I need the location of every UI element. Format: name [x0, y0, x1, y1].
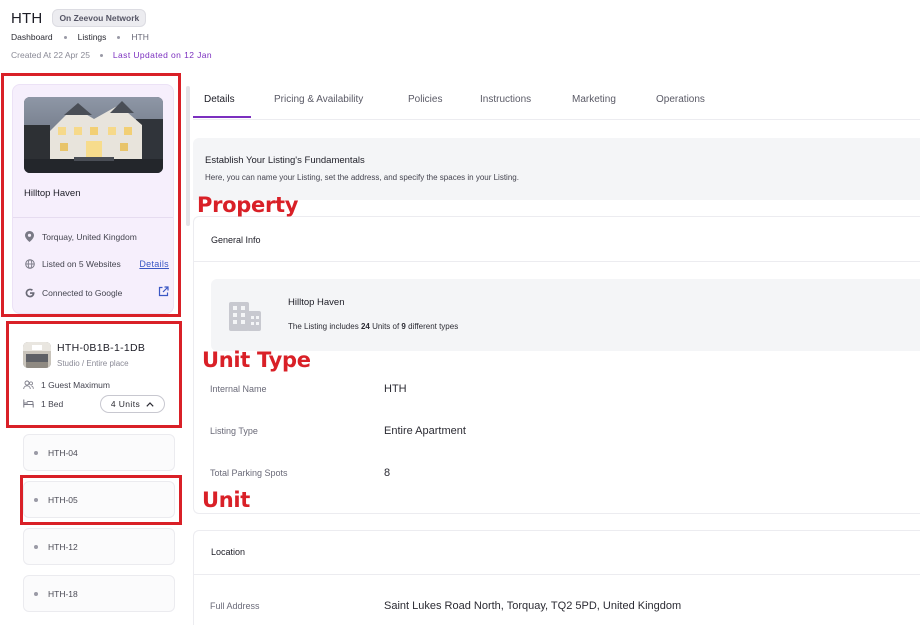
tab-policies[interactable]: Policies	[408, 94, 442, 105]
tab-details[interactable]: Details	[204, 94, 235, 105]
page-title: HTH	[11, 9, 43, 27]
property-photo	[24, 97, 163, 173]
unit-type-subtitle: Studio / Entire place	[57, 359, 129, 368]
breadcrumb-current: HTH	[131, 32, 149, 42]
unit-type-annotation-label: Unit Type	[202, 348, 311, 372]
summary-description: The Listing includes 24 Units of 9 diffe…	[288, 322, 458, 331]
google-icon	[24, 287, 35, 298]
parking-spots-value: 8	[384, 467, 391, 479]
property-websites-row: Listed on 5 Websites Details	[24, 258, 169, 269]
location-pin-icon	[24, 231, 35, 242]
tab-marketing[interactable]: Marketing	[572, 94, 616, 105]
unit-code: HTH-05	[48, 494, 78, 505]
property-name: Hilltop Haven	[24, 188, 81, 199]
breadcrumb-separator	[63, 35, 67, 39]
external-link-icon[interactable]	[158, 286, 169, 299]
unit-bullet	[34, 450, 38, 455]
property-google-row: Connected to Google	[24, 286, 169, 299]
unit-item[interactable]: HTH-12	[23, 528, 175, 565]
listing-sidebar: Hilltop Haven Torquay, United Kingdom Li…	[0, 72, 192, 625]
unit-item[interactable]: HTH-18	[23, 575, 175, 612]
summary-middle: Units of	[369, 322, 402, 331]
created-date: Created At 22 Apr 25	[11, 50, 90, 60]
sidebar-scrollbar[interactable]	[186, 86, 190, 226]
unit-annotation-label: Unit	[202, 488, 251, 512]
property-card[interactable]: Hilltop Haven Torquay, United Kingdom Li…	[12, 84, 174, 314]
general-info-heading: General Info	[211, 235, 261, 245]
listing-type-value: Entire Apartment	[384, 425, 466, 437]
guest-capacity-row: 1 Guest Maximum	[23, 379, 110, 390]
fundamentals-banner: Establish Your Listing's Fundamentals He…	[193, 138, 920, 200]
fundamentals-description: Here, you can name your Listing, set the…	[205, 173, 519, 182]
property-location: Torquay, United Kingdom	[42, 231, 137, 242]
network-badge: On Zeevou Network	[52, 9, 147, 27]
listing-summary: Hilltop Haven The Listing includes 24 Un…	[211, 279, 920, 351]
summary-prefix: The Listing includes	[288, 322, 361, 331]
page-header: HTH On Zeevou Network Dashboard Listings…	[11, 8, 920, 60]
listing-type-label: Listing Type	[210, 426, 258, 436]
unit-bullet	[34, 497, 38, 502]
unit-code: HTH-12	[48, 541, 78, 552]
unit-bullet	[34, 591, 38, 596]
breadcrumb-dashboard[interactable]: Dashboard	[11, 32, 53, 42]
listing-tabs: Details Pricing & Availability Policies …	[193, 72, 920, 120]
tab-operations[interactable]: Operations	[656, 94, 705, 105]
unit-item[interactable]: HTH-05	[23, 481, 175, 518]
parking-spots-label: Total Parking Spots	[210, 468, 288, 478]
section-divider	[194, 574, 920, 575]
units-count: 4 Units	[110, 399, 141, 409]
summary-suffix: different types	[405, 322, 459, 331]
guests-icon	[23, 379, 34, 390]
bed-count: 1 Bed	[41, 398, 64, 409]
unit-code: HTH-04	[48, 447, 78, 458]
property-annotation-label: Property	[197, 193, 299, 217]
globe-icon	[24, 258, 35, 269]
units-toggle-button[interactable]: 4 Units	[100, 395, 165, 413]
active-tab-indicator	[193, 116, 251, 118]
summary-unit-count: 24	[360, 322, 370, 331]
bed-icon	[23, 398, 34, 409]
house-photo-icon	[24, 97, 163, 173]
unit-type-card[interactable]: HTH-0B1B-1-1DB Studio / Entire place 1 G…	[12, 326, 176, 425]
section-divider	[194, 261, 920, 262]
summary-listing-name: Hilltop Haven	[288, 297, 345, 308]
property-divider	[13, 217, 173, 218]
unit-code: HTH-18	[48, 588, 78, 599]
unit-item[interactable]: HTH-04	[23, 434, 175, 471]
full-address-value: Saint Lukes Road North, Torquay, TQ2 5PD…	[384, 600, 682, 612]
breadcrumb-listings[interactable]: Listings	[78, 32, 107, 42]
building-icon	[228, 298, 262, 337]
location-heading: Location	[211, 547, 246, 557]
internal-name-label: Internal Name	[210, 384, 267, 394]
unit-type-code: HTH-0B1B-1-1DB	[57, 342, 146, 354]
updated-date: Last Updated on 12 Jan	[112, 50, 212, 60]
unit-bullet	[34, 544, 38, 549]
beds-row: 1 Bed	[23, 398, 63, 409]
meta-row: Created At 22 Apr 25 Last Updated on 12 …	[11, 50, 920, 60]
details-link[interactable]: Details	[139, 259, 169, 269]
room-photo-icon	[23, 342, 51, 368]
fundamentals-title: Establish Your Listing's Fundamentals	[205, 155, 365, 166]
tab-pricing-availability[interactable]: Pricing & Availability	[274, 94, 363, 105]
meta-separator	[99, 53, 103, 57]
google-connection: Connected to Google	[42, 287, 123, 298]
listed-websites: Listed on 5 Websites	[42, 258, 121, 269]
property-location-row: Torquay, United Kingdom	[24, 231, 169, 242]
tab-instructions[interactable]: Instructions	[480, 94, 531, 105]
unit-type-photo	[23, 342, 51, 368]
full-address-label: Full Address	[210, 601, 260, 611]
guest-capacity: 1 Guest Maximum	[41, 379, 110, 390]
breadcrumb-separator	[117, 35, 121, 39]
breadcrumb: Dashboard Listings HTH	[11, 32, 920, 42]
internal-name-value: HTH	[384, 383, 407, 395]
chevron-up-icon	[146, 401, 154, 407]
